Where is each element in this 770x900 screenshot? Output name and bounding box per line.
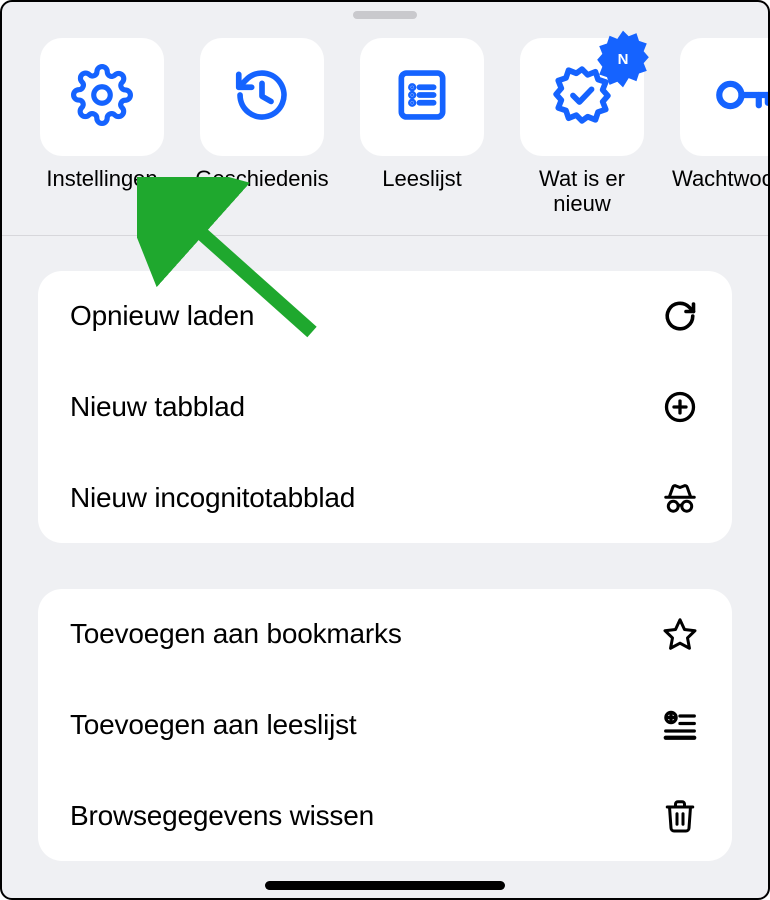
menu-item-reload-label: Opnieuw laden bbox=[70, 300, 254, 332]
menu-item-incognito-tab-label: Nieuw incognitotabblad bbox=[70, 482, 355, 514]
history-icon bbox=[231, 64, 293, 131]
key-icon bbox=[711, 64, 768, 131]
shortcut-password-manager-tile bbox=[680, 38, 768, 156]
reload-icon bbox=[660, 296, 700, 336]
incognito-icon bbox=[660, 478, 700, 518]
shortcut-whats-new-label: Wat is er nieuw bbox=[512, 166, 652, 217]
menu-group-2: Toevoegen aan bookmarks Toevoegen aan le… bbox=[38, 589, 732, 861]
trash-icon bbox=[660, 796, 700, 836]
sheet-grabber[interactable] bbox=[353, 11, 417, 19]
reading-list-icon bbox=[391, 64, 453, 131]
shortcut-reading-list-tile bbox=[360, 38, 484, 156]
add-to-list-icon bbox=[660, 705, 700, 745]
plus-circle-icon bbox=[660, 387, 700, 427]
menu-item-clear-data[interactable]: Browsegegevens wissen bbox=[38, 770, 732, 861]
shortcut-password-manager-label: Wachtwoordmanag… bbox=[672, 166, 768, 191]
menu-item-add-bookmark-label: Toevoegen aan bookmarks bbox=[70, 618, 402, 650]
menu-area: Opnieuw laden Nieuw tabblad bbox=[2, 236, 768, 861]
shortcuts-row: Instellingen Geschiedenis bbox=[2, 2, 768, 236]
shortcut-history-tile bbox=[200, 38, 324, 156]
shortcut-settings-label: Instellingen bbox=[32, 166, 172, 191]
menu-item-new-tab[interactable]: Nieuw tabblad bbox=[38, 361, 732, 452]
menu-item-add-reading-list[interactable]: Toevoegen aan leeslijst bbox=[38, 679, 732, 770]
shortcut-reading-list[interactable]: Leeslijst bbox=[356, 38, 488, 217]
action-sheet: Instellingen Geschiedenis bbox=[0, 0, 770, 900]
menu-item-incognito-tab[interactable]: Nieuw incognitotabblad bbox=[38, 452, 732, 543]
menu-item-reload[interactable]: Opnieuw laden bbox=[38, 271, 732, 361]
shortcut-password-manager[interactable]: Wachtwoordmanag… bbox=[676, 38, 768, 217]
whats-new-badge-text: N bbox=[618, 51, 629, 68]
shortcut-settings[interactable]: Instellingen bbox=[36, 38, 168, 217]
menu-group-1: Opnieuw laden Nieuw tabblad bbox=[38, 271, 732, 543]
shortcut-settings-tile bbox=[40, 38, 164, 156]
menu-item-clear-data-label: Browsegegevens wissen bbox=[70, 800, 374, 832]
shortcut-history[interactable]: Geschiedenis bbox=[196, 38, 328, 217]
shortcut-whats-new-tile: N bbox=[520, 38, 644, 156]
whats-new-badge: N bbox=[592, 28, 654, 90]
shortcut-whats-new[interactable]: N Wat is er nieuw bbox=[516, 38, 648, 217]
shortcut-reading-list-label: Leeslijst bbox=[352, 166, 492, 191]
menu-item-add-reading-list-label: Toevoegen aan leeslijst bbox=[70, 709, 357, 741]
shortcut-history-label: Geschiedenis bbox=[192, 166, 332, 191]
star-icon bbox=[660, 614, 700, 654]
menu-item-new-tab-label: Nieuw tabblad bbox=[70, 391, 245, 423]
menu-item-add-bookmark[interactable]: Toevoegen aan bookmarks bbox=[38, 589, 732, 679]
gear-icon bbox=[71, 64, 133, 131]
home-indicator bbox=[265, 881, 505, 890]
